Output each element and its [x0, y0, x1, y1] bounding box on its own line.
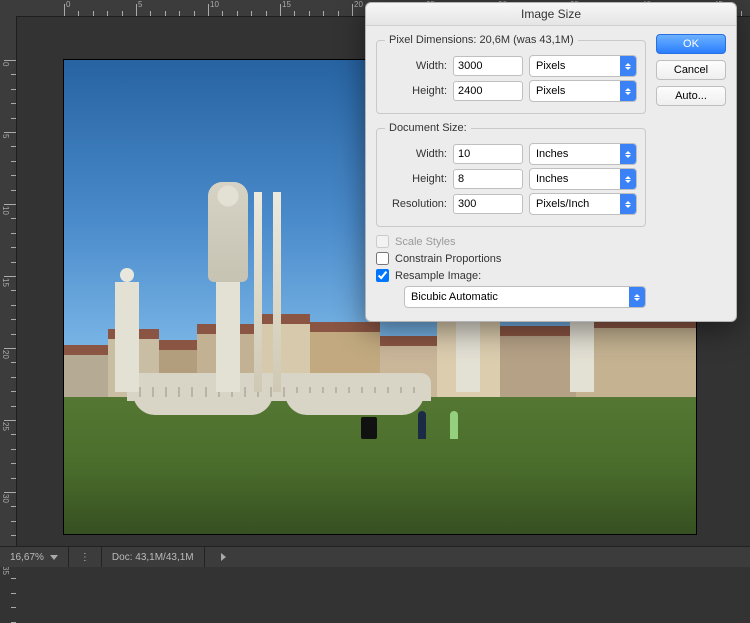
resolution-unit-select[interactable]: Pixels/Inch — [529, 193, 637, 215]
px-height-label: Height: — [385, 85, 447, 97]
constrain-box[interactable] — [376, 252, 389, 265]
constrain-proportions-checkbox[interactable]: Constrain Proportions — [376, 252, 646, 265]
px-height-input[interactable] — [453, 81, 523, 101]
select-arrow-icon — [620, 144, 636, 164]
photo-pedestal — [216, 282, 240, 392]
document-size-legend: Document Size: — [385, 122, 471, 134]
scale-styles-checkbox: Scale Styles — [376, 235, 646, 248]
pixel-dimensions-legend: Pixel Dimensions: 20,6M (was 43,1M) — [385, 34, 578, 46]
resample-method-select[interactable]: Bicubic Automatic — [404, 286, 646, 308]
photo-person — [418, 411, 426, 439]
px-width-label: Width: — [385, 60, 447, 72]
select-arrow-icon — [629, 287, 645, 307]
status-handle-icon[interactable]: ⋮ — [69, 547, 102, 567]
px-width-unit-select[interactable]: Pixels — [529, 55, 637, 77]
status-bar: 16,67% ⋮ Doc: 43,1M/43,1M — [0, 546, 750, 567]
select-arrow-icon — [620, 194, 636, 214]
photo-pedestal — [115, 282, 139, 392]
resolution-input[interactable] — [453, 194, 523, 214]
doc-height-unit-select[interactable]: Inches — [529, 168, 637, 190]
photo-trashcan — [361, 417, 377, 439]
auto-button[interactable]: Auto... — [656, 86, 726, 106]
select-arrow-icon — [620, 56, 636, 76]
doc-width-label: Width: — [385, 148, 447, 160]
resample-image-checkbox[interactable]: Resample Image: — [376, 269, 646, 282]
dialog-title: Image Size — [366, 3, 736, 26]
select-arrow-icon — [620, 169, 636, 189]
chevron-down-icon — [50, 555, 58, 560]
zoom-level[interactable]: 16,67% — [0, 547, 69, 567]
px-height-unit-select[interactable]: Pixels — [529, 80, 637, 102]
doc-width-input[interactable] — [453, 144, 523, 164]
px-width-input[interactable] — [453, 56, 523, 76]
image-size-dialog: Image Size Pixel Dimensions: 20,6M (was … — [365, 2, 737, 322]
doc-info[interactable]: Doc: 43,1M/43,1M — [102, 547, 205, 567]
doc-height-input[interactable] — [453, 169, 523, 189]
ruler-vertical[interactable]: 05101520253035 — [0, 16, 17, 547]
photo-obelisk — [273, 192, 281, 392]
ok-button[interactable]: OK — [656, 34, 726, 54]
photo-person — [450, 411, 458, 439]
select-arrow-icon — [620, 81, 636, 101]
scale-styles-box — [376, 235, 389, 248]
resolution-label: Resolution: — [385, 198, 447, 210]
status-more-icon[interactable] — [205, 547, 243, 567]
doc-width-unit-select[interactable]: Inches — [529, 143, 637, 165]
chevron-right-icon — [221, 553, 226, 561]
pixel-dimensions-group: Pixel Dimensions: 20,6M (was 43,1M) Widt… — [376, 34, 646, 114]
photo-statue — [208, 182, 248, 282]
doc-height-label: Height: — [385, 173, 447, 185]
photo-obelisk — [254, 192, 262, 392]
cancel-button[interactable]: Cancel — [656, 60, 726, 80]
document-size-group: Document Size: Width: Inches Height: Inc… — [376, 122, 646, 227]
ruler-origin — [0, 0, 17, 17]
resample-box[interactable] — [376, 269, 389, 282]
